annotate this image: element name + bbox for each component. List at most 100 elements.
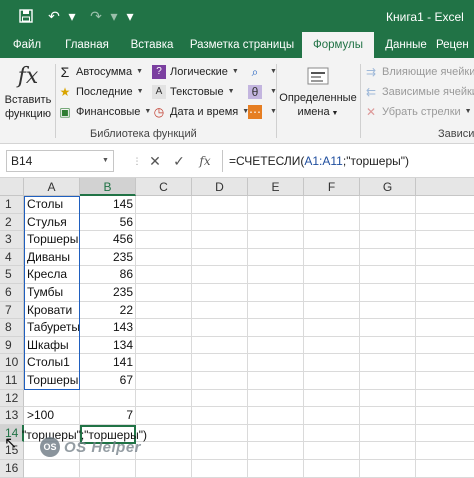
row-header-8[interactable]: 8 bbox=[0, 319, 24, 337]
cell-a7[interactable]: Кровати bbox=[24, 302, 75, 320]
cell-a1[interactable]: Столы bbox=[24, 196, 66, 214]
cell-a3[interactable]: Торшеры bbox=[24, 231, 81, 249]
row-header-3[interactable]: 3 bbox=[0, 231, 24, 249]
fx-icon: fx bbox=[17, 64, 39, 89]
cell-a4[interactable]: Диваны bbox=[24, 249, 73, 267]
clock-icon: ◷ bbox=[153, 105, 165, 119]
cell-b11[interactable]: 67 bbox=[80, 372, 136, 390]
window-title: Книга1 - Excel bbox=[386, 10, 464, 24]
defined-names-button[interactable]: Определенные имена ▼ bbox=[278, 64, 358, 121]
math-trig-button[interactable]: θ ▼ bbox=[248, 83, 277, 101]
row-header-10[interactable]: 10 bbox=[0, 354, 24, 372]
cell-a13[interactable]: >100 bbox=[24, 407, 57, 425]
date-time-button[interactable]: ◷ Дата и время ▼ bbox=[152, 103, 249, 121]
cell-b9[interactable]: 134 bbox=[80, 337, 136, 355]
tab-page-layout[interactable]: Разметка страницы bbox=[188, 32, 296, 58]
tab-data[interactable]: Данные bbox=[380, 32, 432, 58]
more-functions-icon: ⋯ bbox=[248, 105, 262, 119]
financial-icon: ▣ bbox=[59, 105, 71, 119]
cell-a10[interactable]: Столы1 bbox=[24, 354, 73, 372]
cell-b13[interactable]: 7 bbox=[80, 407, 136, 425]
financial-button[interactable]: ▣ Финансовые ▼ bbox=[58, 103, 151, 121]
row-header-2[interactable]: 2 bbox=[0, 213, 24, 232]
column-header-g[interactable]: G bbox=[360, 178, 416, 196]
cell-b8[interactable]: 143 bbox=[80, 319, 136, 337]
row-header-16[interactable]: 16 bbox=[0, 460, 24, 478]
row-header-12[interactable]: 12 bbox=[0, 389, 24, 408]
cell-b2[interactable]: 56 bbox=[80, 214, 136, 232]
remove-arrows-button[interactable]: ✕ Убрать стрелки ▼ bbox=[364, 103, 472, 121]
column-header-blank bbox=[416, 178, 474, 196]
cell-a6[interactable]: Тумбы bbox=[24, 284, 66, 302]
watermark: OS OS Helper bbox=[40, 436, 170, 458]
cell-b7[interactable]: 22 bbox=[80, 302, 136, 320]
row-header-6[interactable]: 6 bbox=[0, 284, 24, 302]
trace-precedents-button[interactable]: ⇉ Влияющие ячейки bbox=[364, 63, 474, 81]
column-header-b[interactable]: B bbox=[80, 178, 136, 196]
ribbon-tabs: Файл Главная Вставка Разметка страницы Ф… bbox=[0, 32, 474, 58]
cell-b3[interactable]: 456 bbox=[80, 231, 136, 249]
trace-dependents-button[interactable]: ⇇ Зависимые ячейки bbox=[364, 83, 474, 101]
logical-button[interactable]: ? Логические ▼ bbox=[152, 63, 239, 81]
lookup-icon: ⌕ bbox=[251, 65, 259, 79]
customize-toolbar-icon[interactable]: ▾ bbox=[120, 6, 140, 26]
save-icon[interactable] bbox=[16, 6, 36, 26]
row-header-7[interactable]: 7 bbox=[0, 301, 24, 320]
watermark-logo-icon: OS bbox=[40, 437, 60, 457]
tab-insert[interactable]: Вставка bbox=[124, 32, 180, 58]
more-functions-button[interactable]: ⋯ ▼ bbox=[248, 103, 277, 121]
spreadsheet-grid[interactable]: A B C D E F G 1 2 3 4 5 6 7 8 9 10 11 12 13 14 15 16 Ст… bbox=[0, 178, 474, 478]
column-header-c[interactable]: C bbox=[136, 178, 192, 196]
cell-b6[interactable]: 235 bbox=[80, 284, 136, 302]
gridline-column bbox=[303, 196, 304, 478]
cell-b1[interactable]: 145 bbox=[80, 196, 136, 214]
row-header-4[interactable]: 4 bbox=[0, 248, 24, 267]
formula-auditing-group-label: Зависи bbox=[438, 128, 474, 140]
enter-icon[interactable]: ✓ bbox=[170, 152, 188, 170]
cell-a2[interactable]: Стулья bbox=[24, 214, 70, 232]
tab-review[interactable]: Рецен bbox=[436, 32, 474, 58]
redo-icon[interactable]: ↷ bbox=[86, 6, 106, 26]
text-functions-button[interactable]: A Текстовые ▼ bbox=[152, 83, 235, 101]
row-header-5[interactable]: 5 bbox=[0, 266, 24, 284]
trace-dependents-icon: ⇇ bbox=[365, 85, 377, 99]
row-header-13[interactable]: 13 bbox=[0, 407, 24, 425]
chevron-down-icon: ▼ bbox=[231, 68, 239, 75]
cancel-icon[interactable]: ✕ bbox=[146, 152, 164, 170]
cell-a9[interactable]: Шкафы bbox=[24, 337, 72, 355]
insert-function-button[interactable]: fx Вставить функцию bbox=[4, 64, 52, 121]
cell-b10[interactable]: 141 bbox=[80, 354, 136, 372]
cell-a11[interactable]: Торшеры bbox=[24, 372, 81, 390]
column-header-e[interactable]: E bbox=[248, 178, 304, 196]
column-header-a[interactable]: A bbox=[24, 178, 80, 196]
row-header-1[interactable]: 1 bbox=[0, 196, 24, 214]
autosum-button[interactable]: Σ Автосумма ▼ bbox=[58, 63, 143, 81]
select-all-corner[interactable] bbox=[0, 178, 24, 196]
cell-a5[interactable]: Кресла bbox=[24, 266, 70, 284]
insert-function-icon[interactable]: fx bbox=[196, 152, 214, 170]
undo-icon[interactable]: ↶ bbox=[44, 6, 64, 26]
cell-b5[interactable]: 86 bbox=[80, 266, 136, 284]
chevron-down-icon: ▼ bbox=[136, 88, 144, 95]
chevron-down-icon: ▼ bbox=[136, 68, 144, 75]
cell-a8[interactable]: Табуреты bbox=[24, 319, 83, 337]
row-header-9[interactable]: 9 bbox=[0, 336, 24, 355]
row-header-11[interactable]: 11 bbox=[0, 372, 24, 390]
tab-formulas[interactable]: Формулы bbox=[302, 32, 374, 58]
name-box[interactable]: B14 bbox=[6, 150, 114, 172]
column-header-f[interactable]: F bbox=[304, 178, 360, 196]
gridline-column bbox=[415, 196, 416, 478]
cell-b4[interactable]: 235 bbox=[80, 249, 136, 267]
formula-input[interactable]: =СЧЕТЕСЛИ(A1:A11;"торшеры") bbox=[222, 150, 472, 172]
tab-file[interactable]: Файл bbox=[6, 32, 48, 58]
sigma-icon: Σ bbox=[60, 64, 70, 80]
recent-button[interactable]: ★ Последние ▼ bbox=[58, 83, 144, 101]
gridline-column bbox=[191, 196, 192, 478]
drag-handle-icon[interactable]: ⋮ bbox=[128, 152, 146, 170]
chevron-down-icon[interactable]: ▼ bbox=[102, 157, 109, 164]
chevron-down-icon: ▼ bbox=[227, 88, 235, 95]
lookup-reference-button[interactable]: ⌕ ▼ bbox=[248, 63, 277, 81]
column-header-d[interactable]: D bbox=[192, 178, 248, 196]
tab-home[interactable]: Главная bbox=[58, 32, 116, 58]
undo-dropdown-icon[interactable]: ▾ bbox=[62, 6, 82, 26]
